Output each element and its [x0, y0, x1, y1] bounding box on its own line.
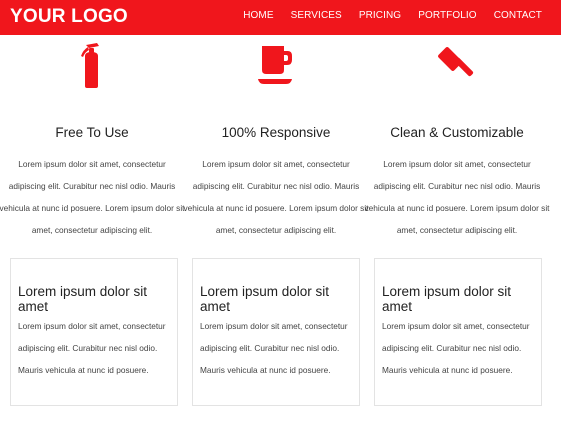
feature-title: Clean & Customizable [390, 125, 524, 140]
info-card: Lorem ipsum dolor sit amet Lorem ipsum d… [374, 258, 542, 406]
feature-text: Lorem ipsum dolor sit amet, consectetur … [0, 159, 185, 235]
top-navbar: YOUR LOGO HOME SERVICES PRICING PORTFOLI… [0, 0, 561, 35]
card-text: Lorem ipsum dolor sit amet, consectetur … [200, 321, 348, 375]
gavel-icon [372, 42, 542, 90]
fire-extinguisher-icon [7, 42, 177, 90]
feature-title: 100% Responsive [221, 125, 331, 140]
card-title: Lorem ipsum dolor sit amet [18, 284, 148, 314]
card-title: Lorem ipsum dolor sit amet [200, 284, 330, 314]
nav-link-services[interactable]: SERVICES [291, 10, 342, 21]
main-nav: HOME SERVICES PRICING PORTFOLIO CONTACT [226, 10, 542, 21]
nav-link-portfolio[interactable]: PORTFOLIO [418, 10, 477, 21]
card-text: Lorem ipsum dolor sit amet, consectetur … [18, 321, 166, 375]
card-title: Lorem ipsum dolor sit amet [382, 284, 512, 314]
feature-text: Lorem ipsum dolor sit amet, consectetur … [183, 159, 369, 235]
card-text: Lorem ipsum dolor sit amet, consectetur … [382, 321, 530, 375]
feature-text: Lorem ipsum dolor sit amet, consectetur … [364, 159, 550, 235]
info-card: Lorem ipsum dolor sit amet Lorem ipsum d… [10, 258, 178, 406]
coffee-cup-icon [191, 42, 361, 90]
info-card: Lorem ipsum dolor sit amet Lorem ipsum d… [192, 258, 360, 406]
site-logo[interactable]: YOUR LOGO [10, 6, 128, 28]
nav-link-pricing[interactable]: PRICING [359, 10, 401, 21]
nav-link-contact[interactable]: CONTACT [494, 10, 542, 21]
nav-link-home[interactable]: HOME [243, 10, 273, 21]
feature-title: Free To Use [55, 125, 129, 140]
